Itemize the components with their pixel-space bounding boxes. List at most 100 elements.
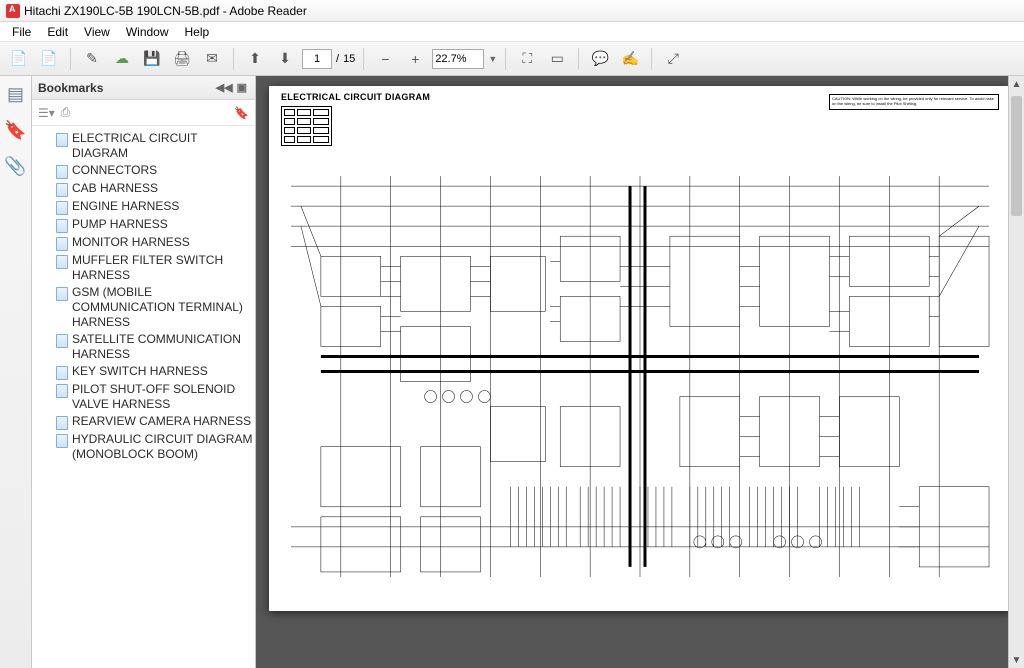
- menu-view[interactable]: View: [76, 23, 118, 41]
- bookmark-item[interactable]: MONITOR HARNESS: [56, 234, 253, 252]
- page-icon: [56, 219, 68, 233]
- bookmarks-close-icon[interactable]: ▣: [235, 81, 249, 94]
- bookmark-item[interactable]: KEY SWITCH HARNESS: [56, 363, 253, 381]
- bookmark-ribbon-icon[interactable]: 🔖: [6, 120, 26, 140]
- revision-table: [281, 106, 332, 146]
- page-icon: [56, 334, 68, 348]
- bookmark-label: MUFFLER FILTER SWITCH HARNESS: [72, 253, 253, 283]
- menu-window[interactable]: Window: [118, 23, 177, 41]
- page-icon: [56, 366, 68, 380]
- bookmark-label: ELECTRICAL CIRCUIT DIAGRAM: [72, 131, 253, 161]
- page-icon: [56, 133, 68, 147]
- window-title: Hitachi ZX190LC-5B 190LCN-5B.pdf - Adobe…: [24, 4, 307, 18]
- bookmark-item[interactable]: ELECTRICAL CIRCUIT DIAGRAM: [56, 130, 253, 162]
- comment-icon[interactable]: 💬: [587, 46, 613, 72]
- menu-file[interactable]: File: [4, 23, 39, 41]
- create-pdf-icon[interactable]: 📄: [36, 46, 62, 72]
- bookmark-item[interactable]: GSM (MOBILE COMMUNICATION TERMINAL) HARN…: [56, 284, 253, 331]
- vertical-scrollbar[interactable]: ▲ ▼: [1008, 76, 1024, 668]
- bookmarks-title: Bookmarks: [38, 81, 103, 95]
- bookmark-label: CAB HARNESS: [72, 181, 158, 196]
- bookmarks-tools: ☰▾ ⎙ 🔖: [32, 100, 255, 126]
- document-viewer[interactable]: ELECTRICAL CIRCUIT DIAGRAM CAUTION: Whil…: [256, 76, 1024, 668]
- bookmarks-prev-icon[interactable]: ◀◀: [214, 81, 235, 94]
- separator: [505, 48, 506, 70]
- scroll-down-icon[interactable]: ▼: [1009, 652, 1024, 668]
- bookmark-label: PILOT SHUT-OFF SOLENOID VALVE HARNESS: [72, 382, 253, 412]
- scroll-up-icon[interactable]: ▲: [1009, 76, 1024, 92]
- electrical-schematic: [281, 146, 999, 597]
- bookmark-item[interactable]: MUFFLER FILTER SWITCH HARNESS: [56, 252, 253, 284]
- bookmarks-list[interactable]: ELECTRICAL CIRCUIT DIAGRAM CONNECTORS CA…: [32, 126, 255, 668]
- save-icon[interactable]: 💾: [139, 46, 165, 72]
- page-icon: [56, 434, 68, 448]
- toolbar: 📄 📄 ✎ ☁ 💾 🖨 ✉ ⬆ ⬇ / 15 − + ▼ ⛶ ▭ 💬 ✍ ⤢: [0, 42, 1024, 76]
- bookmark-label: CONNECTORS: [72, 163, 157, 178]
- bookmark-label: ENGINE HARNESS: [72, 199, 179, 214]
- page-icon: [56, 255, 68, 269]
- scroll-thumb[interactable]: [1011, 96, 1022, 216]
- zoom-in-icon[interactable]: +: [402, 46, 428, 72]
- edit-icon[interactable]: ✎: [79, 46, 105, 72]
- zoom-select[interactable]: [432, 49, 484, 69]
- side-strip: ▤ 🔖 📎: [0, 76, 32, 668]
- bookmark-item[interactable]: HYDRAULIC CIRCUIT DIAGRAM (MONOBLOCK BOO…: [56, 431, 253, 463]
- page-icon: [56, 183, 68, 197]
- bookmark-label: MONITOR HARNESS: [72, 235, 190, 250]
- page-down-icon[interactable]: ⬇: [272, 46, 298, 72]
- bookmark-item[interactable]: PILOT SHUT-OFF SOLENOID VALVE HARNESS: [56, 381, 253, 413]
- bookmark-item[interactable]: CAB HARNESS: [56, 180, 253, 198]
- menu-help[interactable]: Help: [177, 23, 218, 41]
- bookmarks-find-icon[interactable]: ⎙: [61, 105, 71, 120]
- page-icon: [56, 165, 68, 179]
- bookmark-item[interactable]: ENGINE HARNESS: [56, 198, 253, 216]
- bookmarks-options-icon[interactable]: ☰▾: [38, 106, 55, 120]
- separator: [363, 48, 364, 70]
- bookmark-label: SATELLITE COMMUNICATION HARNESS: [72, 332, 253, 362]
- titlebar: Hitachi ZX190LC-5B 190LCN-5B.pdf - Adobe…: [0, 0, 1024, 22]
- page-up-icon[interactable]: ⬆: [242, 46, 268, 72]
- bookmarks-panel: Bookmarks ◀◀ ▣ ☰▾ ⎙ 🔖 ELECTRICAL CIRCUIT…: [32, 76, 256, 668]
- highlight-icon[interactable]: ✍: [617, 46, 643, 72]
- bookmarks-header: Bookmarks ◀◀ ▣: [32, 76, 255, 100]
- bookmark-item[interactable]: PUMP HARNESS: [56, 216, 253, 234]
- bookmark-label: REARVIEW CAMERA HARNESS: [72, 414, 251, 429]
- mail-icon[interactable]: ✉: [199, 46, 225, 72]
- page-icon: [56, 384, 68, 398]
- page-number-input[interactable]: [302, 49, 332, 69]
- bookmark-label: HYDRAULIC CIRCUIT DIAGRAM (MONOBLOCK BOO…: [72, 432, 253, 462]
- page-icon: [56, 416, 68, 430]
- page-total: 15: [343, 53, 355, 65]
- page-icon: [56, 201, 68, 215]
- separator: [233, 48, 234, 70]
- thumbnails-icon[interactable]: ▤: [6, 84, 26, 104]
- zoom-dropdown-icon[interactable]: ▼: [488, 54, 497, 64]
- cloud-icon[interactable]: ☁: [109, 46, 135, 72]
- bookmark-item[interactable]: SATELLITE COMMUNICATION HARNESS: [56, 331, 253, 363]
- page-icon: [56, 237, 68, 251]
- separator: [651, 48, 652, 70]
- zoom-out-icon[interactable]: −: [372, 46, 398, 72]
- page-sep: /: [336, 53, 339, 65]
- bookmark-label: KEY SWITCH HARNESS: [72, 364, 208, 379]
- attachments-icon[interactable]: 📎: [6, 156, 26, 176]
- read-mode-icon[interactable]: ⤢: [660, 46, 686, 72]
- main-area: ▤ 🔖 📎 Bookmarks ◀◀ ▣ ☰▾ ⎙ 🔖 ELECTRICAL C…: [0, 76, 1024, 668]
- menu-edit[interactable]: Edit: [39, 23, 76, 41]
- caution-box: CAUTION: While working on the wiring, be…: [829, 94, 999, 110]
- bookmarks-new-icon[interactable]: 🔖: [234, 106, 249, 120]
- bookmark-item[interactable]: CONNECTORS: [56, 162, 253, 180]
- page-icon: [56, 287, 68, 301]
- separator: [70, 48, 71, 70]
- fit-width-icon[interactable]: ⛶: [514, 46, 540, 72]
- bookmark-label: GSM (MOBILE COMMUNICATION TERMINAL) HARN…: [72, 285, 253, 330]
- fit-page-icon[interactable]: ▭: [544, 46, 570, 72]
- print-icon[interactable]: 🖨: [169, 46, 195, 72]
- pdf-page: ELECTRICAL CIRCUIT DIAGRAM CAUTION: Whil…: [269, 86, 1011, 611]
- menubar: File Edit View Window Help: [0, 22, 1024, 42]
- page-heading: ELECTRICAL CIRCUIT DIAGRAM: [281, 92, 430, 102]
- export-pdf-icon[interactable]: 📄: [6, 46, 32, 72]
- bookmark-item[interactable]: REARVIEW CAMERA HARNESS: [56, 413, 253, 431]
- bookmark-label: PUMP HARNESS: [72, 217, 168, 232]
- pdf-file-icon: [6, 4, 20, 18]
